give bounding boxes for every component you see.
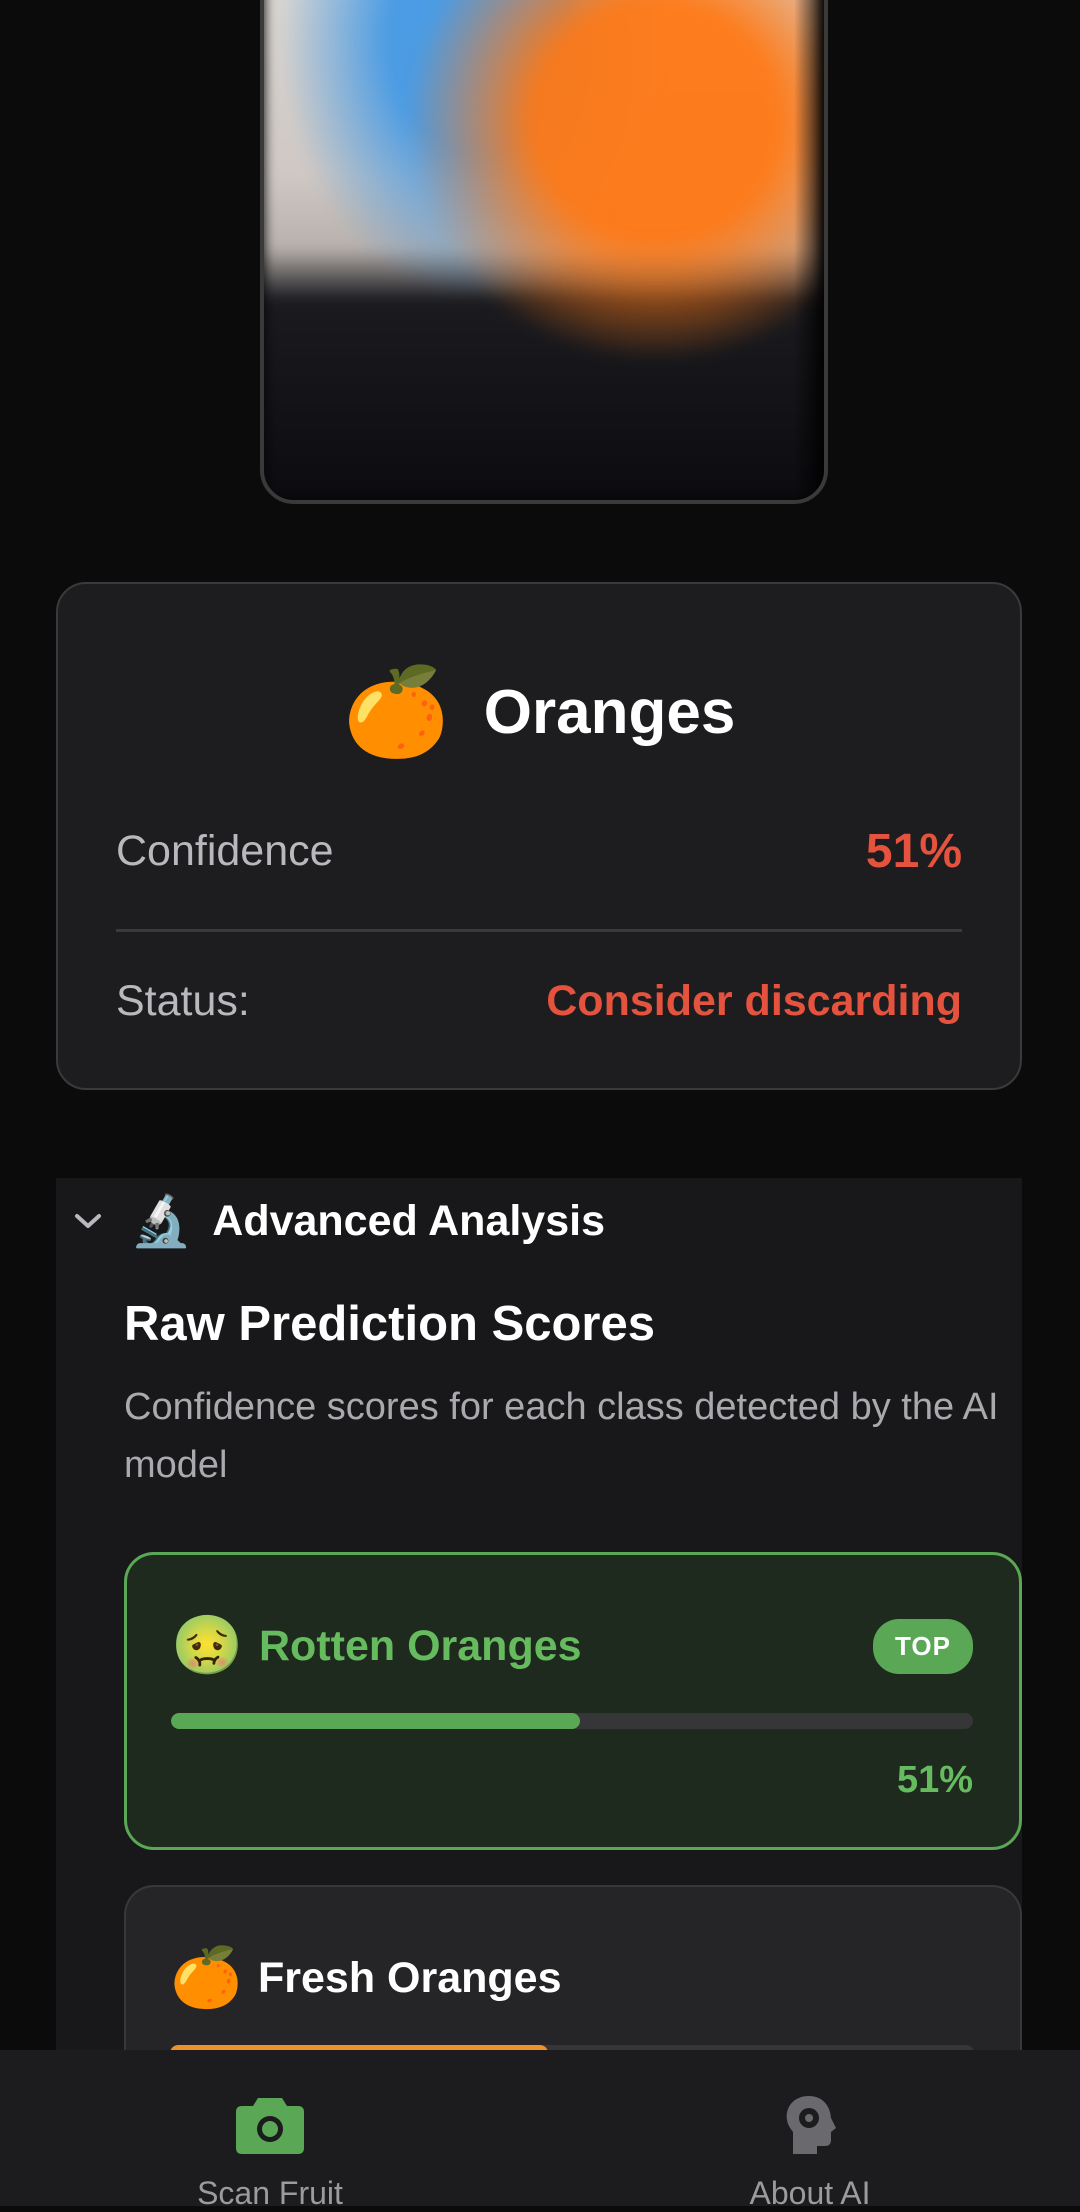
nauseated-face-icon: 🤢 bbox=[171, 1613, 244, 1678]
advanced-analysis-panel: 🔬 Advanced Analysis Raw Prediction Score… bbox=[56, 1178, 1022, 2085]
camera-preview-image bbox=[260, 0, 828, 504]
status-row: Status: Consider discarding bbox=[116, 977, 962, 1026]
score-bar-track bbox=[171, 1713, 973, 1729]
orange-icon: 🍊 bbox=[342, 664, 450, 760]
status-label: Status: bbox=[116, 977, 250, 1025]
score-name: Rotten Oranges bbox=[259, 1621, 582, 1670]
nav-scan-label: Scan Fruit bbox=[197, 2175, 343, 2211]
nav-about-label: About AI bbox=[749, 2175, 871, 2211]
status-value: Consider discarding bbox=[546, 977, 962, 1025]
section-title: Raw Prediction Scores bbox=[124, 1297, 656, 1351]
advanced-analysis-toggle[interactable]: 🔬 Advanced Analysis bbox=[66, 1186, 605, 1256]
section-description: Confidence scores for each class detecte… bbox=[124, 1386, 999, 1486]
top-badge: TOP bbox=[873, 1618, 973, 1674]
result-title: 🍊 Oranges bbox=[58, 662, 1020, 762]
confidence-value: 51% bbox=[865, 825, 962, 878]
orange-icon: 🍊 bbox=[170, 1945, 243, 2010]
microscope-icon: 🔬 bbox=[130, 1192, 193, 1249]
confidence-label: Confidence bbox=[116, 827, 334, 875]
score-bar-fill bbox=[171, 1713, 581, 1729]
camera-icon bbox=[234, 2094, 306, 2161]
nav-about-ai[interactable]: About AI bbox=[660, 2094, 960, 2212]
chevron-down-icon bbox=[66, 1199, 110, 1243]
result-name: Oranges bbox=[483, 677, 736, 747]
ai-head-gear-icon bbox=[783, 2094, 837, 2161]
bottom-navigation: Scan Fruit About AI bbox=[0, 2050, 1080, 2211]
score-percent: 51% bbox=[896, 1759, 973, 1801]
nav-scan-fruit[interactable]: Scan Fruit bbox=[120, 2094, 420, 2212]
score-card-rotten-oranges: 🤢 Rotten Oranges TOP 51% bbox=[124, 1552, 1022, 1850]
score-name: Fresh Oranges bbox=[258, 1953, 562, 2002]
advanced-analysis-title: Advanced Analysis bbox=[212, 1196, 605, 1245]
confidence-row: Confidence 51% bbox=[116, 824, 962, 879]
divider bbox=[116, 929, 962, 932]
result-card: 🍊 Oranges Confidence 51% Status: Conside… bbox=[56, 582, 1022, 1090]
